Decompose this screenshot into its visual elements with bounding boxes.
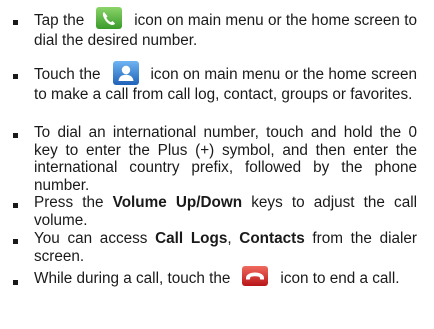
bullet-marker [13,133,18,138]
instructions-document: Tap the icon on main menu or the home scr… [0,0,434,329]
text-pre: While during a call, touch the [34,270,231,288]
instruction-text: Press the Volume Up/Down keys to adjust … [34,194,417,229]
instruction-text: To dial an international number, touch a… [34,124,417,194]
bullet-marker [13,74,18,79]
contacts-person-icon [112,61,139,85]
bullet-marker [13,280,18,285]
instruction-text: Tap the icon on main menu or the home scr… [34,7,417,50]
text-post: icon on main menu or the home screen to … [34,12,417,49]
instruction-text: Touch the icon on main menu or the home s… [34,61,417,104]
text-pre: Touch the [34,66,101,84]
text-pre: Press the [34,194,104,211]
bullet-marker [13,239,18,244]
text-pre: Tap the [34,12,85,30]
volume-keys-label: Volume Up/Down [112,194,243,211]
bullet-marker [13,20,18,25]
contacts-label: Contacts [239,230,305,247]
phone-dialer-icon [96,7,123,29]
text-sep: , [227,230,232,247]
instruction-text: While during a call, touch the icon to en… [34,266,417,289]
text-post: icon to end a call. [280,270,400,288]
bullet-marker [13,203,18,208]
end-call-icon [242,266,269,286]
text-pre: You can access [34,230,148,247]
instruction-text: You can access Call Logs, Contacts from … [34,230,417,265]
call-logs-label: Call Logs [155,230,228,247]
